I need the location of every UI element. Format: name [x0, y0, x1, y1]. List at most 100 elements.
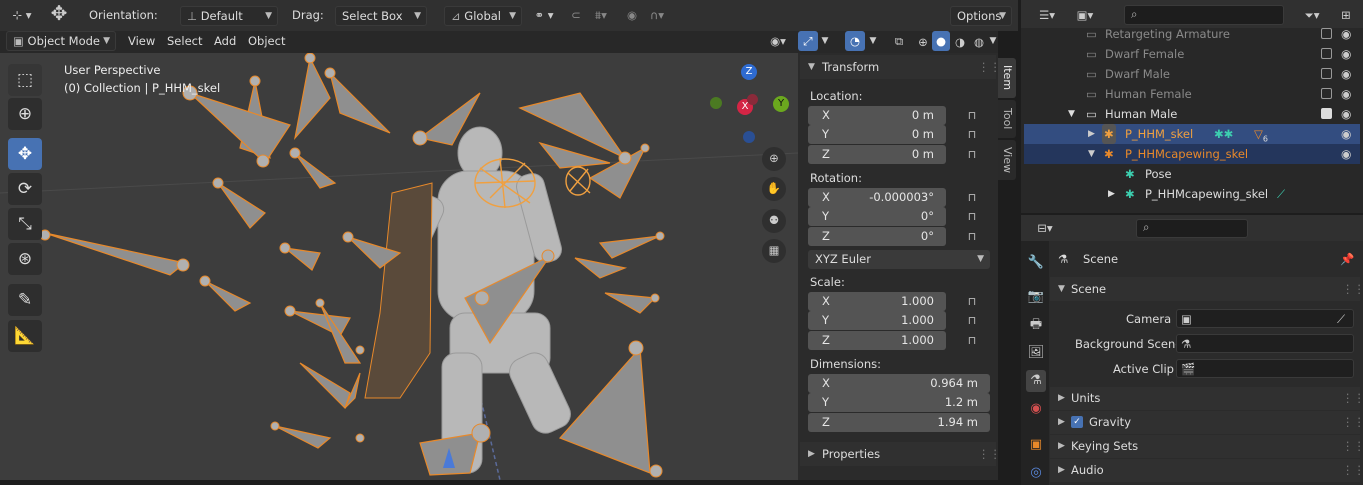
properties-search-input[interactable]: ⌕ [1136, 219, 1248, 238]
options-dropdown[interactable]: Options ▼ [950, 6, 1012, 26]
material-shading-icon[interactable]: ◑ [951, 31, 969, 51]
exclude-checkbox[interactable] [1321, 88, 1332, 99]
location-z-field[interactable]: Z0 m [808, 145, 946, 164]
location-y-field[interactable]: Y0 m [808, 125, 946, 144]
gizmo-neg-y[interactable] [710, 97, 722, 109]
tool-tab-icon[interactable]: 🔧 [1026, 252, 1046, 274]
render-tab-icon[interactable]: 📷 [1026, 286, 1046, 308]
outliner-row[interactable]: ▭ Dwarf Male ◉ [1024, 64, 1360, 84]
rotation-y-field[interactable]: Y 0° [808, 207, 946, 226]
gizmo-neg-x[interactable] [747, 94, 758, 105]
transform-space-dropdown[interactable]: ⊿ Global ▼ [444, 6, 522, 26]
scene-tab-icon[interactable]: ⚗ [1026, 370, 1046, 392]
lock-icon[interactable]: ⊓ [964, 313, 980, 329]
menu-view[interactable]: View [128, 34, 155, 48]
gizmo-dropdown-icon[interactable]: ▼ [818, 30, 832, 52]
lock-icon[interactable]: ⊓ [964, 127, 980, 143]
drag-dropdown[interactable]: Select Box ▼ [335, 6, 427, 26]
tab-item[interactable]: Item [998, 58, 1016, 98]
outliner-row-selected[interactable]: ▶ ✱ P_HHM_skel ✱✱ ▽6 ◉ [1024, 124, 1360, 144]
cursor-tool[interactable]: ⊕ [8, 98, 42, 130]
lock-icon[interactable]: ⊓ [964, 294, 980, 310]
proportional-edit-icon[interactable]: ◉ [622, 4, 642, 26]
active-clip-field[interactable]: 🎬 [1176, 359, 1354, 378]
exclude-checkbox[interactable] [1321, 48, 1332, 59]
eye-icon[interactable]: ◉ [1341, 104, 1351, 124]
eyedropper-icon[interactable]: ⟋ [1337, 307, 1345, 331]
new-collection-icon[interactable]: ⊞ [1336, 4, 1356, 26]
falloff-icon[interactable]: ∩▾ [644, 4, 670, 26]
background-scene-field[interactable]: ⚗ [1176, 334, 1354, 353]
eye-icon[interactable]: ◉ [1341, 64, 1351, 84]
orientation-dropdown[interactable]: ⊥ Default ▼ [180, 6, 278, 26]
outliner-row[interactable]: ▭ Retargeting Armature ◉ [1024, 24, 1360, 44]
exclude-checkbox[interactable] [1321, 68, 1332, 79]
select-box-tool[interactable]: ⬚ [8, 64, 42, 96]
gravity-checkbox[interactable]: ✓ [1071, 416, 1083, 428]
gizmo-toggle-icon[interactable]: ⤢ [798, 31, 818, 51]
audio-section-header[interactable]: ▶ Audio ⋮⋮ [1050, 459, 1363, 482]
editor-type-icon[interactable]: ⊟▾ [1028, 217, 1062, 239]
lock-icon[interactable]: ⊓ [964, 209, 980, 225]
expand-arrow-icon[interactable]: ▼ [1068, 104, 1075, 124]
keying-sets-section-header[interactable]: ▶ Keying Sets ⋮⋮ [1050, 435, 1363, 458]
world-tab-icon[interactable]: ◉ [1026, 398, 1046, 420]
editor-type-icon[interactable]: ☰▾ [1030, 4, 1064, 26]
tab-view[interactable]: View [998, 140, 1016, 180]
gravity-section-header[interactable]: ▶ ✓ Gravity ⋮⋮ [1050, 411, 1363, 434]
location-x-field[interactable]: X0 m [808, 106, 946, 125]
move-tool[interactable]: ✥ [8, 138, 42, 170]
gizmo-z-axis[interactable]: Z [741, 64, 757, 80]
lock-icon[interactable]: ⊓ [964, 147, 980, 163]
eye-icon[interactable]: ◉ [1341, 124, 1351, 144]
outliner-search-input[interactable]: ⌕ [1124, 5, 1284, 25]
lock-icon[interactable]: ⊓ [964, 229, 980, 245]
camera-field[interactable]: ▣ ⟋ [1176, 309, 1354, 328]
expand-arrow-icon[interactable]: ▼ [1088, 144, 1095, 164]
snap-icon[interactable]: ⊂ [566, 4, 586, 26]
solid-shading-icon[interactable]: ● [932, 31, 950, 51]
scale-tool[interactable]: ⤡ [8, 208, 42, 240]
eye-icon[interactable]: ◉ [1341, 144, 1351, 164]
measure-tool[interactable]: 📐 [8, 320, 42, 352]
snap-increment-icon[interactable]: ⩩▾ [588, 4, 614, 26]
menu-object[interactable]: Object [248, 34, 285, 48]
annotate-tool[interactable]: ✎ [8, 284, 42, 316]
visibility-icon[interactable]: ◉▾ [762, 30, 794, 52]
filter-icon[interactable]: ⏷▾ [1296, 4, 1328, 26]
perspective-grid-icon[interactable]: ▦ [762, 239, 786, 263]
dimensions-z-field[interactable]: Z 1.94 m [808, 413, 990, 432]
tab-tool[interactable]: Tool [998, 100, 1016, 138]
units-section-header[interactable]: ▶ Units ⋮⋮ [1050, 387, 1363, 410]
dimensions-x-field[interactable]: X 0.964 m [808, 374, 990, 393]
eye-icon[interactable]: ◉ [1341, 84, 1351, 104]
scale-x-field[interactable]: X 1.000 [808, 292, 946, 311]
lock-icon[interactable]: ⊓ [964, 190, 980, 206]
eye-icon[interactable]: ◉ [1341, 24, 1351, 44]
outliner-row[interactable]: ✱ Pose [1024, 164, 1360, 184]
outliner-row[interactable]: ▼ ✱ P_HHMcapewing_skel ◉ [1024, 144, 1360, 164]
outliner-row[interactable]: ▭ Human Female ◉ [1024, 84, 1360, 104]
navigation-gizmo[interactable]: Z X Y [700, 61, 796, 151]
outliner-row[interactable]: ▭ Dwarf Female ◉ [1024, 44, 1360, 64]
transform-tool[interactable]: ⊛ [8, 243, 42, 275]
mode-dropdown[interactable]: ▣ Object Mode ▼ [6, 31, 116, 51]
shading-options-icon[interactable]: ▼ [988, 30, 998, 52]
view-layer-tab-icon[interactable]: 🖼 [1026, 342, 1046, 364]
scale-z-field[interactable]: Z 1.000 [808, 331, 946, 350]
camera-view-icon[interactable]: ⚉ [762, 209, 786, 233]
rotation-z-field[interactable]: Z 0° [808, 227, 946, 246]
rendered-shading-icon[interactable]: ◍ [970, 31, 988, 51]
viewport-3d[interactable]: User Perspective (0) Collection | P_HHM_… [0, 53, 798, 480]
menu-add[interactable]: Add [214, 34, 236, 48]
zoom-icon[interactable]: ⊕ [762, 147, 786, 171]
properties-panel-header[interactable]: ▶ Properties ⋮⋮ [800, 442, 1001, 466]
overlay-toggle-icon[interactable]: ◔ [845, 31, 865, 51]
expand-arrow-icon[interactable]: ▶ [1088, 124, 1095, 144]
pin-icon[interactable]: 📌 [1340, 247, 1354, 271]
modifier-tab-icon[interactable]: ◎ [1026, 462, 1046, 484]
overlay-dropdown-icon[interactable]: ▼ [866, 30, 880, 52]
menu-select[interactable]: Select [167, 34, 202, 48]
hand-pan-icon[interactable]: ✋ [762, 177, 786, 201]
gizmo-neg-z[interactable] [743, 131, 755, 143]
